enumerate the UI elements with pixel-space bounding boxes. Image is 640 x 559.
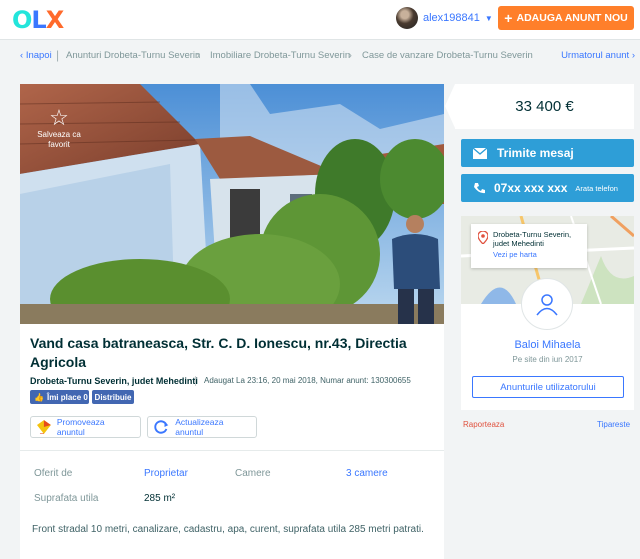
promote-label: Promoveaza anuntul [56, 417, 105, 437]
price-box: 33 400 € [445, 84, 634, 129]
seller-avatar[interactable] [521, 278, 573, 330]
see-on-map-link[interactable]: Vezi pe harta [493, 250, 583, 259]
phone-reveal-label: Arata telefon [575, 183, 618, 193]
listing-meta: Adaugat La 23:16, 20 mai 2018, Numar anu… [204, 376, 411, 385]
seller-box: Drobeta-Turnu Severin, judet Mehedinti V… [461, 216, 634, 410]
area-value: 285 m² [144, 493, 176, 504]
chevron-right-icon: › [196, 48, 200, 62]
breadcrumb: ‹ Inapoi | Anunturi Drobeta-Turnu Severi… [0, 40, 640, 70]
location-pin-icon [478, 231, 488, 244]
refresh-icon [154, 420, 169, 434]
thumbs-up-icon: 👍 [34, 392, 44, 402]
facebook-share-button[interactable]: Distribuie [92, 390, 134, 404]
chevron-right-icon: › [348, 48, 352, 62]
send-message-label: Trimite mesaj [497, 146, 574, 160]
promote-listing-button[interactable]: Promoveaza anuntul [30, 416, 141, 438]
listing-photo[interactable]: ☆ Salveaza ca favorit [20, 84, 444, 324]
chevron-down-icon[interactable]: ▼ [485, 14, 493, 23]
phone-number: 07xx xxx xxx [494, 181, 568, 195]
report-link[interactable]: Raporteaza [463, 420, 504, 429]
kite-icon [37, 420, 51, 434]
rooms-label: Camere [235, 468, 271, 479]
price: 33 400 € [515, 98, 574, 115]
breadcrumb-separator: | [56, 48, 60, 62]
map-location-text: Drobeta-Turnu Severin, judet Mehedinti [493, 230, 572, 248]
user-avatar[interactable] [396, 7, 418, 29]
facebook-like-button[interactable]: 👍 Îmi place 0 [30, 390, 89, 404]
seller-since: Pe site din iun 2017 [512, 355, 583, 364]
top-header: OLX alex198841 ▼ + ADAUGA ANUNT NOU [0, 0, 640, 40]
username[interactable]: alex198841 [423, 12, 480, 24]
area-label: Suprafata utila [34, 493, 99, 504]
star-icon: ☆ [49, 105, 69, 130]
next-label: Urmatorul anunt [561, 50, 630, 61]
save-favorite-button[interactable]: ☆ Salveaza ca favorit [32, 106, 86, 150]
olx-logo[interactable]: OLX [12, 6, 64, 34]
print-link[interactable]: Tipareste [597, 420, 630, 429]
breadcrumb-item-real-estate[interactable]: Imobiliare Drobeta-Turnu Severin [210, 50, 350, 61]
back-link[interactable]: ‹ Inapoi [20, 50, 52, 61]
listing-card: ☆ Salveaza ca favorit Vand casa batranea… [20, 84, 444, 559]
plus-icon: + [504, 10, 513, 26]
map-location-card: Drobeta-Turnu Severin, judet Mehedinti V… [471, 224, 587, 268]
seller-ads-button[interactable]: Anunturile utilizatorului [472, 376, 624, 398]
next-listing-link[interactable]: Urmatorul anunt › [561, 50, 635, 61]
phone-icon [474, 182, 485, 193]
show-phone-button[interactable]: 07xx xxx xxx Arata telefon [461, 174, 634, 202]
save-favorite-label: Salveaza ca favorit [37, 130, 81, 149]
listing-location: Drobeta-Turnu Severin, judet Mehedinti [30, 376, 198, 386]
breadcrumb-item-houses[interactable]: Case de vanzare Drobeta-Turnu Severin [362, 50, 533, 61]
envelope-icon [473, 147, 487, 159]
add-listing-label: ADAUGA ANUNT NOU [516, 12, 628, 24]
back-label: Inapoi [25, 50, 52, 61]
like-label: Îmi place 0 [46, 392, 88, 402]
listing-description: Front stradal 10 metri, canalizare, cada… [32, 524, 424, 535]
add-listing-button[interactable]: + ADAUGA ANUNT NOU [498, 6, 634, 30]
seller-name[interactable]: Baloi Mihaela [461, 339, 634, 351]
user-icon [536, 294, 558, 316]
breadcrumb-item-ads[interactable]: Anunturi Drobeta-Turnu Severin [66, 50, 200, 61]
refresh-listing-button[interactable]: Actualizeaza anuntul [147, 416, 257, 438]
send-message-button[interactable]: Trimite mesaj [461, 139, 634, 167]
offered-by-label: Oferit de [34, 468, 73, 479]
listing-params: Oferit de Proprietar Camere 3 camere Sup… [20, 451, 444, 516]
user-menu[interactable]: alex198841 ▼ [396, 7, 493, 29]
divider [195, 376, 196, 386]
refresh-label: Actualizeaza anuntul [175, 417, 224, 437]
rooms-value[interactable]: 3 camere [346, 468, 388, 479]
listing-title: Vand casa batraneasca, Str. C. D. Ionesc… [30, 335, 407, 370]
offered-by-value[interactable]: Proprietar [144, 468, 188, 479]
